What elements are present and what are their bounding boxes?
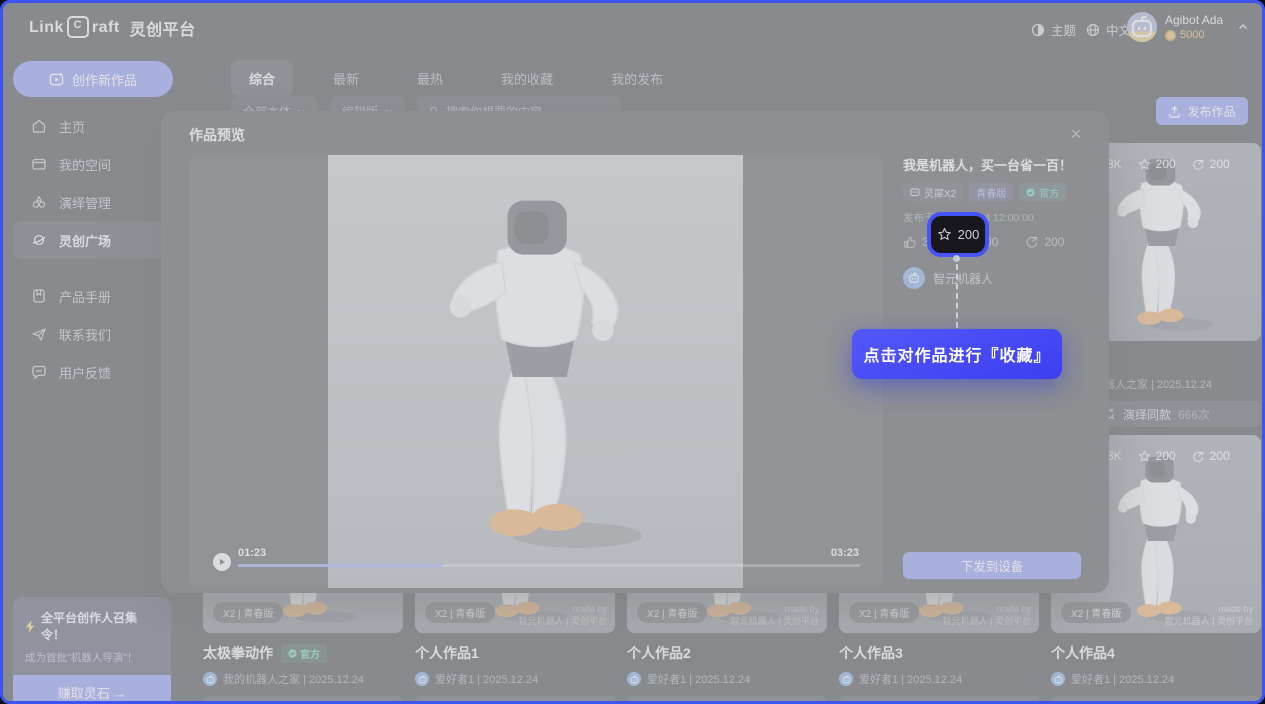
guide-tooltip: 点击对作品进行『收藏』	[852, 329, 1062, 379]
remix-count: 666次	[961, 701, 993, 704]
remix-count: 666次	[1178, 701, 1210, 704]
remix-count: 666次	[537, 701, 569, 704]
guide-connector-dot	[953, 255, 960, 262]
favorite-star-button[interactable]: 200	[931, 216, 985, 253]
remix-label: 演绎同款	[1123, 701, 1171, 704]
app-window: Link C raft 灵创平台 主题 中文 Agibot Ada 5000 创…	[0, 0, 1265, 704]
guide-dim-overlay	[3, 3, 1262, 701]
remix-label: 演绎同款	[482, 701, 530, 704]
remix-count: 666次	[325, 701, 357, 704]
guide-dashed-line	[956, 264, 958, 328]
remix-label: 演绎同款	[270, 701, 318, 704]
favorite-count: 200	[958, 227, 980, 242]
star-icon	[937, 227, 952, 242]
remix-label: 演绎同款	[906, 701, 954, 704]
remix-label: 演绎同款	[694, 701, 742, 704]
remix-count: 666次	[749, 701, 781, 704]
